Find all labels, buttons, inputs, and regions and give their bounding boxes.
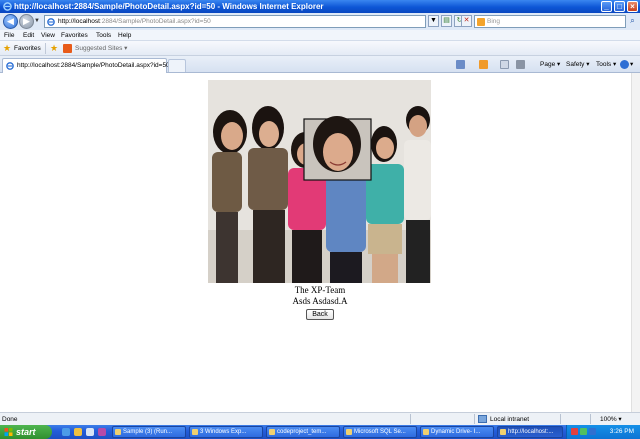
add-favorite-icon[interactable]: ★ <box>50 43 58 53</box>
taskbar-item-label: Microsoft SQL Se... <box>354 429 406 435</box>
sql-icon <box>346 429 352 435</box>
photo-description: Asds Asdasd.A <box>292 296 348 306</box>
home-icon[interactable] <box>456 60 465 69</box>
help-icon[interactable] <box>620 60 629 69</box>
tab-photo-detail[interactable]: http://localhost:2884/Sample/PhotoDetail… <box>2 58 170 73</box>
windows-taskbar: start Sample (3) (Run... 3 Windows Exp..… <box>0 425 640 439</box>
taskbar-item-sample[interactable]: Sample (3) (Run... <box>112 426 186 438</box>
menu-bar: File Edit View Favorites Tools Help <box>0 30 640 41</box>
address-dropdown-button[interactable]: ▼ <box>428 15 439 27</box>
address-input[interactable]: http://localhost:2884/Sample/PhotoDetail… <box>44 15 426 28</box>
status-divider <box>474 414 475 424</box>
ie-icon <box>500 429 506 435</box>
photo-title: The XP-Team <box>294 285 346 295</box>
tab-row: http://localhost:2884/Sample/PhotoDetail… <box>0 56 640 73</box>
page-favicon-icon <box>47 18 55 26</box>
back-button[interactable]: Back <box>306 309 334 320</box>
menu-help[interactable]: Help <box>118 31 131 40</box>
menu-favorites[interactable]: Favorites <box>61 31 88 40</box>
quicklaunch-ie-icon[interactable] <box>62 428 70 436</box>
status-divider <box>410 414 411 424</box>
document-icon <box>269 429 275 435</box>
taskbar-item-label: http://localhost:... <box>508 429 554 435</box>
suggested-sites-button[interactable]: Suggested Sites ▾ <box>75 44 127 53</box>
status-text: Done <box>2 416 18 423</box>
menu-view[interactable]: View <box>41 31 55 40</box>
favorites-star-icon[interactable]: ★ <box>3 43 11 53</box>
taskbar-item-codeproject[interactable]: codeproject_tem... <box>266 426 340 438</box>
ie-logo-icon <box>3 2 12 11</box>
taskbar-item-dynamic-drive[interactable]: Dynamic Drive- I... <box>420 426 494 438</box>
url-path: :2884/Sample/PhotoDetail.aspx?id=50 <box>99 18 211 25</box>
start-button[interactable]: start <box>0 425 52 439</box>
address-url: http://localhost:2884/Sample/PhotoDetail… <box>58 17 211 27</box>
tools-menu-button[interactable]: Tools ▾ <box>596 60 616 69</box>
folder-icon <box>192 429 198 435</box>
taskbar-item-sql[interactable]: Microsoft SQL Se... <box>343 426 417 438</box>
page-menu-button[interactable]: Page ▾ <box>540 60 560 69</box>
security-zone-text[interactable]: Local intranet <box>490 415 529 424</box>
maximize-button[interactable]: □ <box>614 1 625 12</box>
tab-label: http://localhost:2884/Sample/PhotoDetail… <box>17 62 170 69</box>
help-menu-button[interactable]: ▾ <box>630 60 633 69</box>
safety-menu-button[interactable]: Safety ▾ <box>566 60 590 69</box>
minimize-button[interactable]: _ <box>601 1 612 12</box>
stop-button[interactable]: ✕ <box>461 15 472 27</box>
favorites-button[interactable]: Favorites <box>14 44 41 53</box>
window-title: http://localhost:2884/Sample/PhotoDetail… <box>14 2 324 11</box>
clock: 3:26 PM <box>609 428 634 435</box>
back-nav-button[interactable]: ◀ <box>3 14 18 29</box>
ie-icon <box>423 429 429 435</box>
quicklaunch-explorer-icon[interactable] <box>74 428 82 436</box>
system-tray: 3:26 PM <box>566 425 640 439</box>
zoom-level[interactable]: 100% ▾ <box>600 415 622 424</box>
status-bar: Done Local intranet 100% ▾ <box>0 412 640 425</box>
favorites-divider <box>45 43 46 54</box>
feeds-icon[interactable] <box>479 60 488 69</box>
taskbar-item-explorer[interactable]: 3 Windows Exp... <box>189 426 263 438</box>
tray-icon[interactable] <box>580 428 587 435</box>
start-label: start <box>16 427 36 437</box>
suggested-sites-icon <box>63 44 72 53</box>
print-icon[interactable] <box>516 60 525 69</box>
close-button[interactable]: × <box>627 1 638 12</box>
status-divider <box>590 414 591 424</box>
menu-file[interactable]: File <box>4 31 14 40</box>
intranet-zone-icon <box>478 415 487 423</box>
tray-icon[interactable] <box>589 428 596 435</box>
taskbar-item-label: Dynamic Drive- I... <box>431 429 481 435</box>
quicklaunch-vs-icon[interactable] <box>98 428 106 436</box>
quicklaunch-desktop-icon[interactable] <box>86 428 94 436</box>
menu-tools[interactable]: Tools <box>96 31 111 40</box>
read-mail-icon[interactable] <box>500 60 509 69</box>
page-scrollbar[interactable] <box>631 73 640 412</box>
app-icon <box>115 429 121 435</box>
tray-icon[interactable] <box>571 428 578 435</box>
taskbar-item-label: Sample (3) (Run... <box>123 429 173 435</box>
window-title-bar[interactable]: http://localhost:2884/Sample/PhotoDetail… <box>0 0 640 13</box>
compatibility-view-button[interactable]: ▤ <box>441 15 452 27</box>
taskbar-item-label: 3 Windows Exp... <box>200 429 247 435</box>
forward-nav-button[interactable]: ▶ <box>19 14 34 29</box>
new-tab-button[interactable] <box>168 59 186 72</box>
bing-icon <box>477 18 485 26</box>
address-row: ◀ ▶ ▼ http://localhost:2884/Sample/Photo… <box>0 13 640 30</box>
taskbar-item-localhost[interactable]: http://localhost:... <box>497 426 563 438</box>
page-content: The XP-Team Asds Asdasd.A Back <box>0 73 640 412</box>
search-placeholder: Bing <box>487 18 501 25</box>
team-photo <box>208 80 431 283</box>
recent-pages-dropdown-icon[interactable]: ▼ <box>34 17 40 25</box>
status-divider <box>560 414 561 424</box>
taskbar-item-label: codeproject_tem... <box>277 429 327 435</box>
url-host: http://localhost <box>58 18 100 25</box>
menu-edit[interactable]: Edit <box>23 31 34 40</box>
tab-favicon-icon <box>6 62 14 70</box>
favorites-bar: ★ Favorites ★ Suggested Sites ▾ <box>0 41 640 56</box>
search-go-icon[interactable]: ⌕ <box>627 15 638 28</box>
search-input[interactable]: Bing <box>474 15 626 28</box>
windows-flag-icon <box>4 428 13 436</box>
